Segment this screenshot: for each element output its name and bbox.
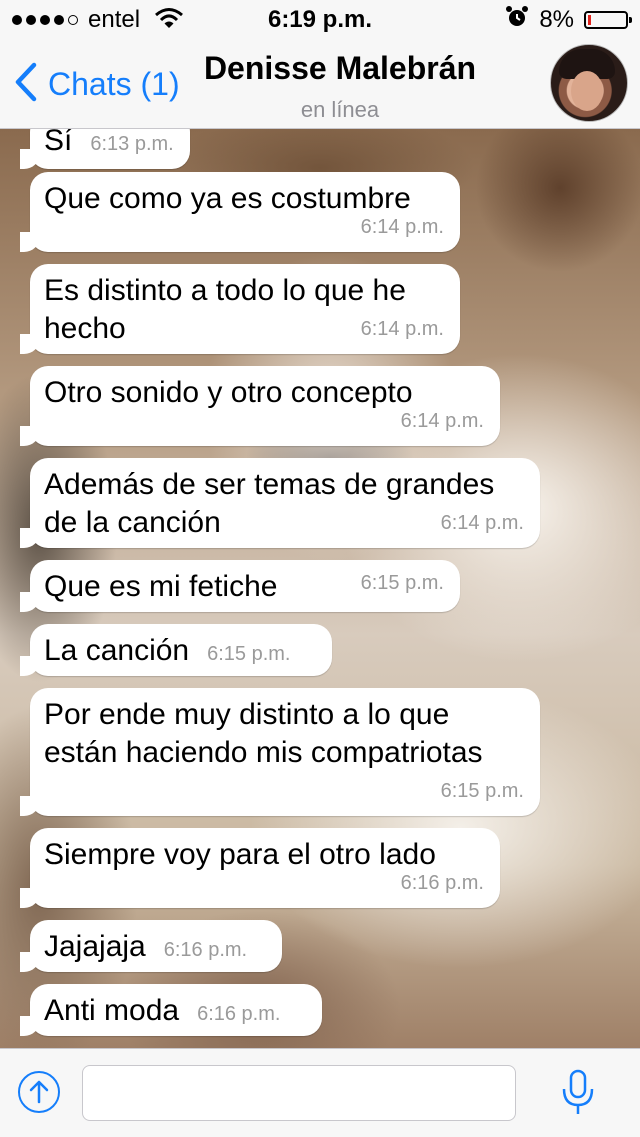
battery-percent: 8% <box>539 6 574 33</box>
message-text: Que es mi fetiche <box>44 570 278 603</box>
message-time: 6:13 p.m. <box>90 133 174 155</box>
message-text: La canción <box>44 634 190 667</box>
microphone-icon[interactable] <box>560 1069 596 1117</box>
message-time: 6:14 p.m. <box>360 216 444 238</box>
avatar[interactable] <box>550 44 628 122</box>
message-text: Jajajaja <box>44 930 146 963</box>
battery-icon <box>584 11 632 29</box>
message-text: Siempre voy para el otro lado <box>44 838 436 871</box>
avatar-face <box>571 71 603 111</box>
contact-name: Denisse Malebrán <box>203 50 477 86</box>
status-right: 8% <box>505 5 632 36</box>
contact-status: en línea <box>300 97 380 122</box>
message-bubble[interactable]: La canción 6:15 p.m. <box>20 624 332 676</box>
message-bubble[interactable]: Siempre voy para el otro lado 6:16 p.m. <box>20 828 500 908</box>
message-time: 6:14 p.m. <box>440 512 524 534</box>
message-bubble[interactable]: Que es mi fetiche 6:15 p.m. <box>20 560 460 612</box>
input-bar <box>0 1048 640 1137</box>
message-time: 6:15 p.m. <box>207 643 291 665</box>
message-time: 6:15 p.m. <box>440 780 524 802</box>
message-bubble[interactable]: Además de ser temas de grandes de la can… <box>20 458 540 548</box>
message-time: 6:14 p.m. <box>400 410 484 432</box>
message-list: Sí 6:13 p.m. Que como ya es costumbre 6:1… <box>0 128 640 1048</box>
message-text: Sí <box>44 128 73 157</box>
message-bubble[interactable]: Anti moda 6:16 p.m. <box>20 984 322 1036</box>
message-time: 6:14 p.m. <box>360 318 444 340</box>
message-text: Es distinto a todo lo que he hecho <box>44 274 406 345</box>
message-text: Que como ya es costumbre <box>44 182 411 215</box>
nav-bar: Chats (1) Denisse Malebrán en línea <box>0 40 640 129</box>
message-time: 6:15 p.m. <box>360 572 444 594</box>
message-bubble[interactable]: Sí 6:13 p.m. <box>20 128 190 169</box>
contact-header[interactable]: Denisse Malebrán en línea <box>140 50 540 123</box>
message-time: 6:16 p.m. <box>163 939 248 961</box>
battery-level <box>588 15 591 25</box>
message-text: Además de ser temas de grandes de la can… <box>44 468 495 539</box>
message-bubble[interactable]: Que como ya es costumbre 6:14 p.m. <box>20 172 460 252</box>
message-input[interactable] <box>82 1065 516 1121</box>
message-text: Otro sonido y otro concepto <box>44 376 413 409</box>
chevron-left-icon <box>14 62 38 107</box>
message-bubble[interactable]: Por ende muy distinto a lo que están hac… <box>20 688 540 816</box>
message-time: 6:16 p.m. <box>197 1003 281 1025</box>
message-time: 6:16 p.m. <box>400 872 484 894</box>
arrow-up-circle-icon[interactable] <box>18 1071 60 1113</box>
message-text: Por ende muy distinto a lo que están hac… <box>44 698 483 769</box>
message-bubble[interactable]: Jajajaja 6:16 p.m. <box>20 920 282 972</box>
message-bubble[interactable]: Otro sonido y otro concepto 6:14 p.m. <box>20 366 500 446</box>
message-text: Anti moda <box>44 994 180 1027</box>
status-bar: entel 6:19 p.m. 8% <box>0 0 640 40</box>
message-bubble[interactable]: Es distinto a todo lo que he hecho 6:14 … <box>20 264 460 354</box>
alarm-clock-icon <box>505 5 529 36</box>
